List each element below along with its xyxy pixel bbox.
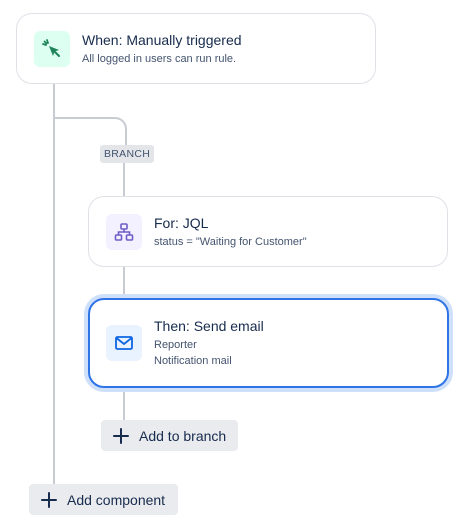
branch-connector-line-3 (123, 388, 125, 420)
add-to-branch-button[interactable]: Add to branch (101, 420, 238, 451)
email-icon-box (106, 325, 142, 361)
branch-connector-line-1 (123, 163, 125, 196)
hierarchy-icon (114, 222, 134, 241)
pointer-click-icon (42, 38, 60, 57)
rule-canvas: When: Manually triggered All logged in u… (0, 0, 471, 527)
plus-icon (111, 426, 131, 446)
add-component-button[interactable]: Add component (29, 484, 178, 515)
branch-for-jql-card[interactable]: For: JQL status = "Waiting for Customer" (88, 196, 448, 267)
trigger-card[interactable]: When: Manually triggered All logged in u… (16, 13, 376, 84)
branch-for-subtitle: status = "Waiting for Customer" (154, 235, 307, 248)
trigger-title: When: Manually triggered (82, 31, 242, 48)
trigger-subtitle: All logged in users can run rule. (82, 52, 237, 65)
branch-tag: BRANCH (100, 145, 155, 163)
branch-connector-curve (54, 117, 127, 147)
send-email-action-card[interactable]: Then: Send email Reporter Notification m… (88, 298, 449, 388)
trigger-icon-box (34, 30, 70, 67)
branch-connector-line-2 (123, 266, 125, 298)
email-icon (115, 336, 133, 350)
send-email-title: Then: Send email (154, 318, 264, 334)
branch-icon-box (106, 213, 142, 250)
branch-for-title: For: JQL (154, 214, 209, 231)
plus-icon (39, 490, 59, 510)
send-email-line-2: Notification mail (154, 355, 232, 367)
send-email-line-1: Reporter (154, 339, 197, 351)
add-component-label: Add component (67, 491, 166, 508)
add-to-branch-label: Add to branch (139, 427, 227, 444)
